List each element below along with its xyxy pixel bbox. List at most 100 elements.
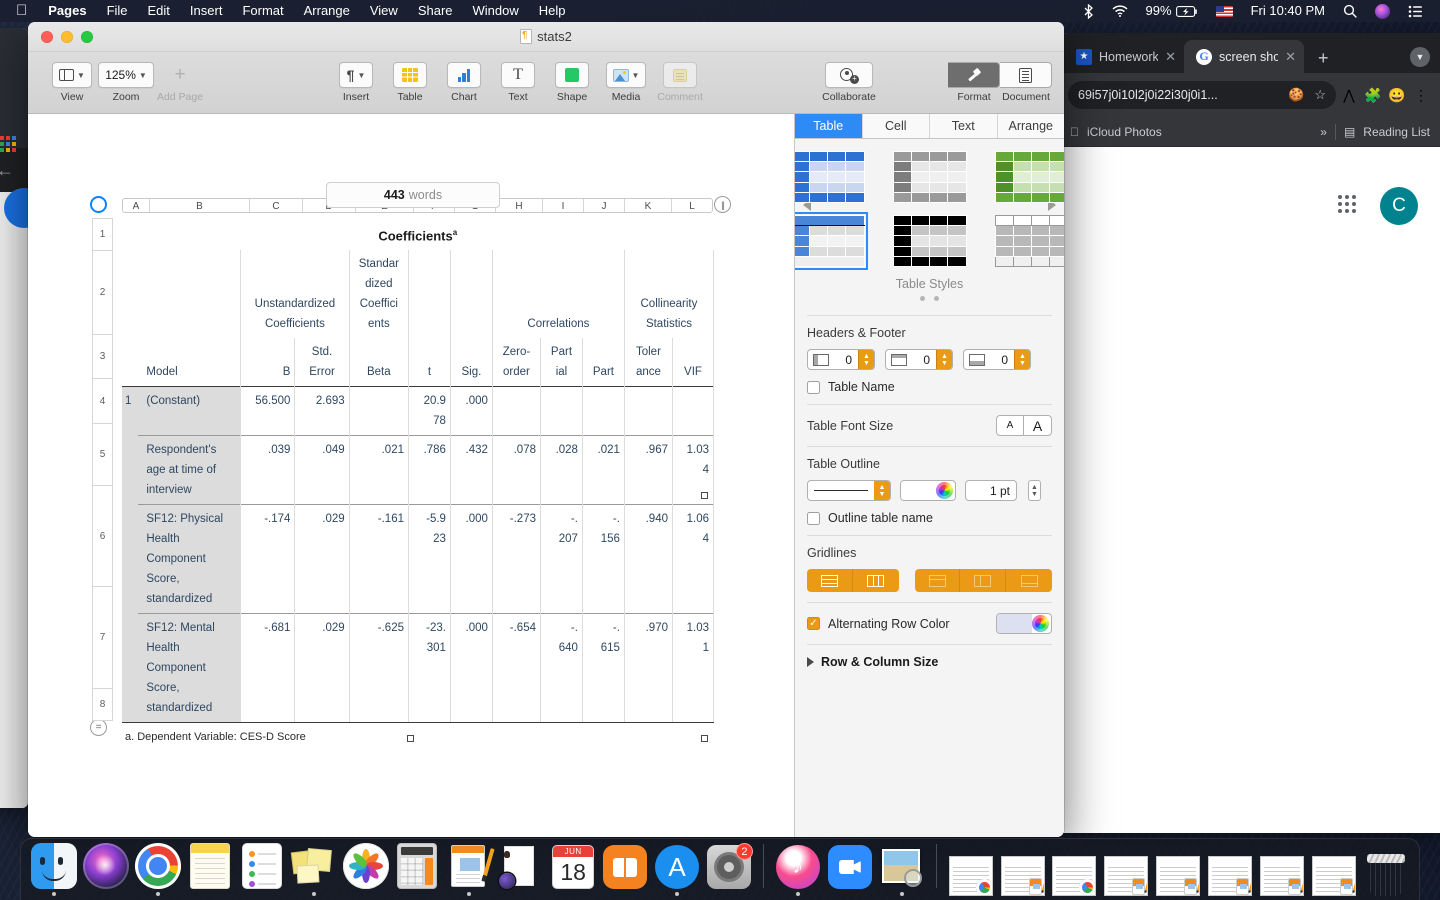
tab-cell[interactable]: Cell (862, 114, 930, 138)
row-column-size-disclosure[interactable]: Row & Column Size (795, 655, 1064, 669)
bookmark-icloud-photos[interactable]: iCloud Photos (1087, 125, 1162, 139)
media-button[interactable]: ▼ Media (602, 62, 650, 103)
row-header-7[interactable]: 7 (92, 586, 113, 688)
column-header-c[interactable]: C (250, 199, 303, 212)
row-header-2[interactable]: 2 (92, 250, 113, 334)
cell-std-error[interactable]: .049 (294, 435, 350, 505)
format-inspector-panel[interactable]: Table Cell Text Arrange Table Styles Hea… (794, 114, 1064, 837)
cell-sig[interactable]: .000 (450, 504, 493, 614)
cell-tolerance[interactable]: .967 (624, 435, 674, 505)
cell-vif[interactable]: 1.03 1 (672, 613, 714, 724)
dock-minimized-window[interactable] (1205, 842, 1255, 896)
pages-window[interactable]: stats2 ▼ View 125%▼ Zoom + Add Page ¶▼ I… (28, 22, 1064, 837)
insert-button[interactable]: ¶ ▼ Insert (332, 62, 380, 103)
column-header-k[interactable]: K (625, 199, 672, 212)
cookie-blocked-icon[interactable]: 🍪 (1288, 87, 1304, 103)
word-count-display[interactable]: 443 words (326, 182, 500, 208)
cell-tolerance[interactable] (624, 386, 674, 436)
group-header-collinearity[interactable]: Collinearity Statistics (624, 250, 715, 339)
row-header-1[interactable]: 1 (92, 218, 113, 250)
dock-item-reminders[interactable] (237, 842, 287, 896)
dock-item-trash[interactable] (1361, 842, 1411, 896)
dock-minimized-window[interactable] (1050, 842, 1100, 896)
dock-minimized-window[interactable] (946, 842, 996, 896)
table-resize-grip[interactable] (407, 735, 414, 742)
tab-text[interactable]: Text (930, 114, 998, 138)
new-tab-button[interactable]: + (1304, 48, 1341, 73)
dock-item-app-store[interactable]: A (652, 842, 702, 896)
group-header-correlations[interactable]: Correlations (492, 250, 625, 339)
table-resize-grip[interactable] (701, 492, 708, 499)
group-header-unstandardized[interactable]: Unstandardized Coefficients (240, 250, 350, 339)
cell-row-label[interactable]: (Constant) (138, 386, 242, 436)
cell-empty[interactable] (122, 504, 139, 614)
format-button[interactable]: Format (948, 62, 1000, 103)
bookmark-star-icon[interactable]: ☆ (1314, 87, 1326, 103)
cell-empty[interactable] (122, 435, 139, 505)
dock-item-stickies[interactable] (289, 842, 339, 896)
table-styles-pager[interactable] (805, 296, 1054, 301)
apple-menu-icon[interactable]:  (8, 3, 38, 20)
outline-table-name-row[interactable]: Outline table name (807, 511, 1052, 525)
cell-b[interactable]: .039 (240, 435, 296, 505)
dock-item-calendar[interactable]: JUN 18 (548, 842, 598, 896)
battery-status[interactable]: 99% (1137, 0, 1207, 22)
row-header-3[interactable]: 3 (92, 334, 113, 378)
row-header-6[interactable]: 6 (92, 485, 113, 586)
gridlines-vertical-button[interactable] (852, 569, 899, 592)
chrome-tab-screenshot[interactable]: G screen sho ✕ (1184, 40, 1304, 73)
menu-share[interactable]: Share (408, 0, 463, 22)
row-header-4[interactable]: 4 (92, 378, 113, 423)
menu-insert[interactable]: Insert (180, 0, 233, 22)
outline-table-name-checkbox[interactable] (807, 511, 820, 525)
decrease-font-size-button[interactable]: A (996, 415, 1024, 436)
table-row[interactable]: 1 (Constant) 56.500 2.693 20.9 78 .000 (122, 386, 714, 436)
row-header-5[interactable]: 5 (92, 423, 113, 485)
input-source-flag-icon[interactable] (1207, 5, 1242, 17)
cell-row-label[interactable]: Respondent's age at time of interview (138, 435, 242, 505)
cell-empty[interactable] (138, 250, 242, 339)
menu-arrange[interactable]: Arrange (294, 0, 360, 22)
collaborate-button[interactable]: + Collaborate (812, 62, 886, 103)
column-header-t[interactable]: t (408, 338, 451, 387)
extension-acrobat-icon[interactable]: ⋀ (1338, 87, 1360, 104)
stepper-arrows[interactable]: ▲ ▼ (858, 350, 874, 369)
dock-item-preview[interactable] (877, 842, 927, 896)
cell-part[interactable]: -. 615 (582, 613, 625, 724)
column-header-l[interactable]: L (672, 199, 712, 212)
document-canvas[interactable]: || = A B C D E F G H I J K L (28, 114, 794, 837)
cell-beta[interactable] (349, 386, 410, 436)
dock-item-pages[interactable] (444, 842, 495, 896)
outline-width-field[interactable]: 1 pt (965, 480, 1017, 501)
dock-item-siri[interactable] (81, 842, 131, 896)
cell-t[interactable]: -23. 301 (408, 613, 451, 724)
chevron-down-icon[interactable]: ▼ (1410, 47, 1430, 67)
table-style-swatch-3[interactable] (994, 150, 1064, 204)
dock-minimized-window[interactable] (998, 842, 1048, 896)
table-style-swatch-6[interactable] (994, 214, 1064, 268)
table-select-handle[interactable] (90, 196, 107, 213)
outline-width-stepper[interactable]: ▲ ▼ (1028, 480, 1041, 501)
tab-table[interactable]: Table (795, 114, 863, 138)
cell-empty[interactable] (122, 613, 139, 724)
reading-list-button[interactable]: Reading List (1363, 125, 1430, 139)
dock-item-photos[interactable] (341, 842, 391, 896)
cell-part[interactable] (582, 386, 625, 436)
table-style-swatch-2[interactable] (892, 150, 967, 204)
stepper-arrows[interactable]: ▲ ▼ (874, 481, 890, 500)
cell-model-number[interactable]: 1 (122, 386, 139, 436)
close-icon[interactable]: ✕ (1165, 49, 1176, 65)
spss-coefficients-table[interactable]: Coefficientsa Unstandardized Coefficient… (122, 218, 715, 756)
background-chrome-window-left[interactable]: ← (0, 28, 28, 808)
column-header-std-error[interactable]: Std. Error (294, 338, 350, 387)
column-header-tolerance[interactable]: Toler ance (624, 338, 674, 387)
wifi-icon[interactable] (1103, 5, 1137, 17)
column-header-a[interactable]: A (123, 199, 150, 212)
cell-partial[interactable] (540, 386, 583, 436)
color-wheel-icon[interactable] (1032, 615, 1049, 632)
dock-minimized-window[interactable] (1257, 842, 1307, 896)
dock-item-calculator[interactable] (392, 842, 442, 896)
table-row-headers[interactable]: 1 2 3 4 5 6 7 8 (92, 218, 113, 721)
cell-zero-order[interactable]: .078 (492, 435, 542, 505)
column-header-j[interactable]: J (584, 199, 625, 212)
